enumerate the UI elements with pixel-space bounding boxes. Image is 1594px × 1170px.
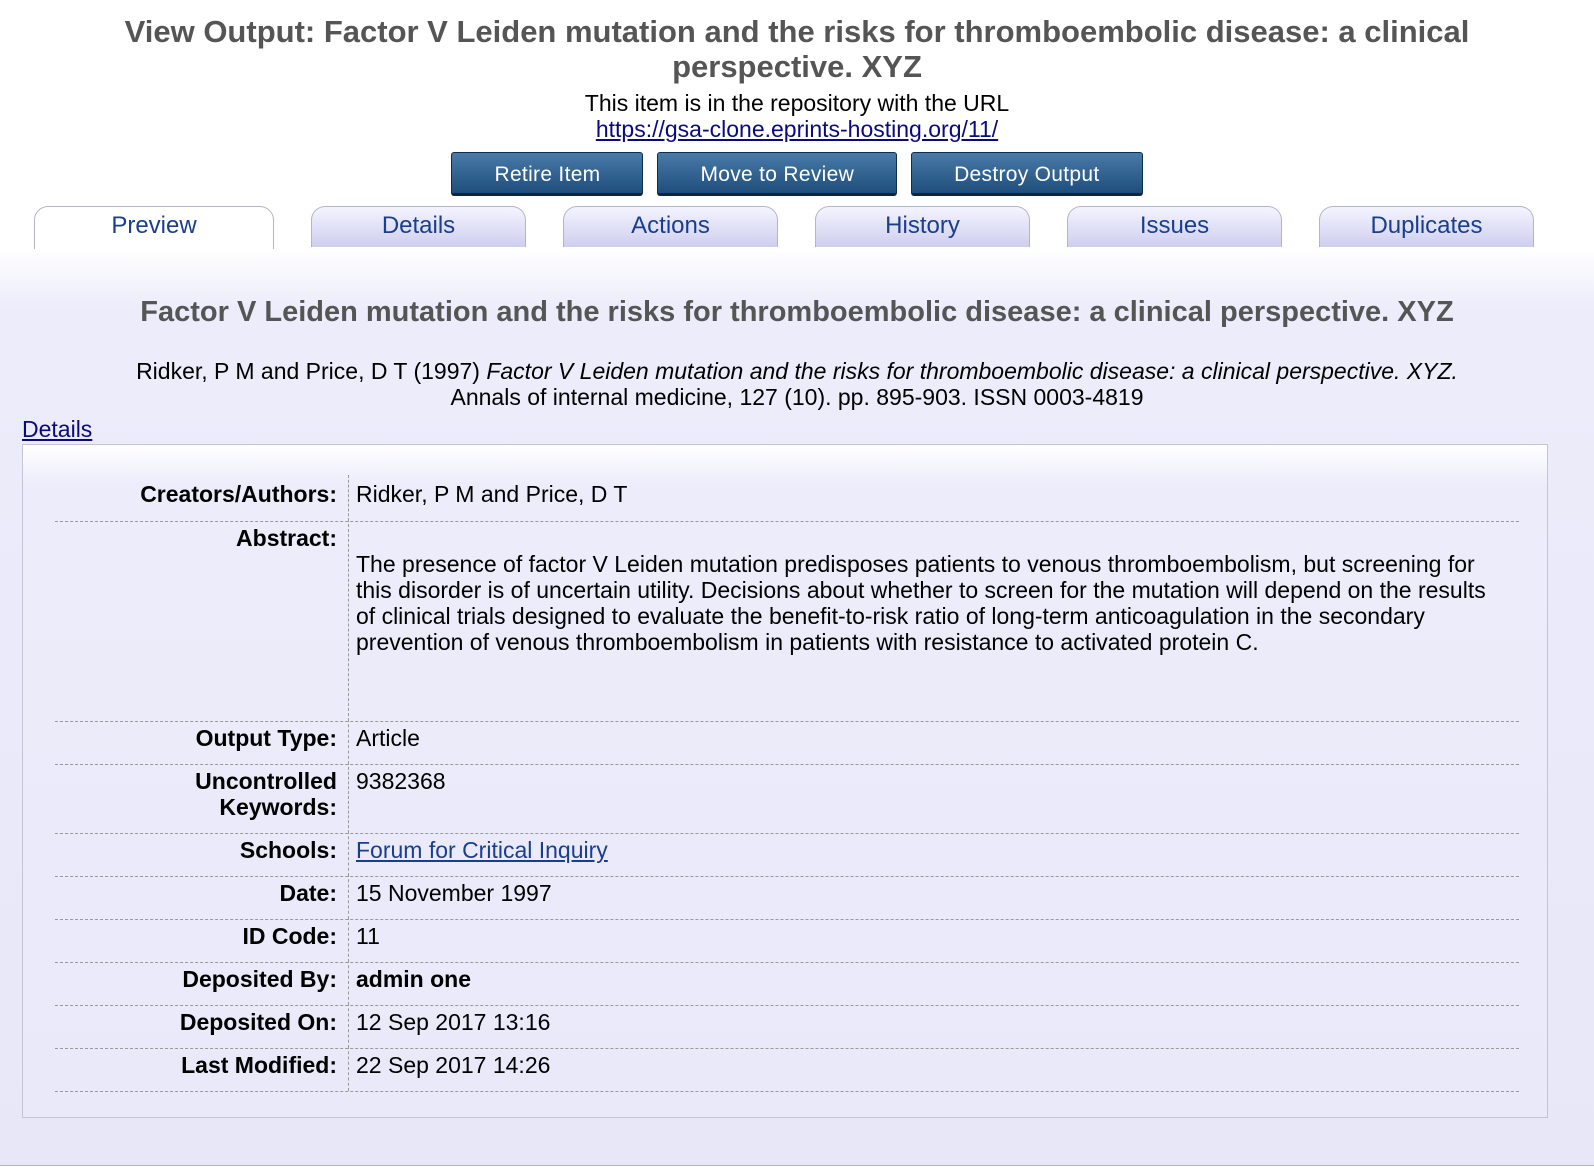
row-divider bbox=[348, 719, 349, 764]
repository-url-link[interactable]: https://gsa-clone.eprints-hosting.org/11… bbox=[596, 116, 998, 142]
deposited-on-value: 12 Sep 2017 13:16 bbox=[356, 1009, 551, 1035]
tab-history[interactable]: History bbox=[815, 206, 1030, 247]
keywords-value: 9382368 bbox=[356, 768, 446, 794]
output-type-row: Output Type: Article bbox=[55, 719, 1519, 765]
repository-note-text: This item is in the repository with the … bbox=[584, 90, 1010, 116]
tab-bar: Preview Details Actions History Issues D… bbox=[0, 206, 1594, 249]
creators-row: Creators/Authors: Ridker, P M and Price,… bbox=[55, 475, 1519, 522]
action-bar: Retire Item Move to Review Destroy Output bbox=[0, 152, 1594, 196]
output-type-value: Article bbox=[356, 725, 420, 751]
creators-value: Ridker, P M and Price, D T bbox=[356, 481, 628, 507]
destroy-output-button[interactable]: Destroy Output bbox=[911, 152, 1143, 196]
last-modified-value: 22 Sep 2017 14:26 bbox=[356, 1052, 551, 1078]
deposited-by-row: Deposited By: admin one bbox=[55, 960, 1519, 1006]
schools-row: Schools: Forum for Critical Inquiry bbox=[55, 831, 1519, 877]
last-modified-row: Last Modified: 22 Sep 2017 14:26 bbox=[55, 1046, 1519, 1092]
citation-title: Factor V Leiden mutation and the risks f… bbox=[486, 358, 1458, 384]
id-code-value: 11 bbox=[356, 923, 380, 949]
tab-details[interactable]: Details bbox=[311, 206, 526, 247]
deposited-on-row: Deposited On: 12 Sep 2017 13:16 bbox=[55, 1003, 1519, 1049]
keywords-label: Uncontrolled Keywords: bbox=[55, 768, 337, 820]
row-divider bbox=[348, 1003, 349, 1048]
citation-journal: Annals of internal medicine, 127 (10). p… bbox=[450, 384, 1144, 410]
row-divider bbox=[348, 831, 349, 876]
deposited-by-value: admin one bbox=[356, 966, 472, 992]
abstract-label: Abstract: bbox=[236, 525, 337, 551]
creators-label: Creators/Authors: bbox=[140, 481, 337, 507]
page-title: View Output: Factor V Leiden mutation an… bbox=[124, 14, 1470, 84]
date-label: Date: bbox=[279, 880, 337, 906]
row-divider bbox=[348, 874, 349, 919]
last-modified-label: Last Modified: bbox=[181, 1052, 337, 1078]
page: View Output: Factor V Leiden mutation an… bbox=[0, 0, 1594, 1170]
row-divider bbox=[348, 475, 349, 521]
retire-item-button[interactable]: Retire Item bbox=[451, 152, 644, 196]
row-divider bbox=[348, 762, 349, 833]
deposited-on-label: Deposited On: bbox=[179, 1009, 337, 1035]
details-link[interactable]: Details bbox=[22, 416, 92, 443]
details-box: Creators/Authors: Ridker, P M and Price,… bbox=[22, 444, 1548, 1118]
tab-duplicates[interactable]: Duplicates bbox=[1319, 206, 1534, 247]
row-divider bbox=[348, 519, 349, 721]
preview-panel: Factor V Leiden mutation and the risks f… bbox=[0, 248, 1594, 1166]
schools-link[interactable]: Forum for Critical Inquiry bbox=[356, 837, 608, 863]
deposited-by-label: Deposited By: bbox=[182, 966, 337, 992]
tab-issues[interactable]: Issues bbox=[1067, 206, 1282, 247]
move-to-review-button[interactable]: Move to Review bbox=[657, 152, 898, 196]
keywords-label-line1: Uncontrolled bbox=[195, 768, 337, 794]
tab-actions[interactable]: Actions bbox=[563, 206, 778, 247]
date-value: 15 November 1997 bbox=[356, 880, 552, 906]
document-title: Factor V Leiden mutation and the risks f… bbox=[140, 296, 1454, 328]
keywords-label-line2: Keywords: bbox=[219, 794, 337, 820]
id-code-row: ID Code: 11 bbox=[55, 917, 1519, 963]
citation: Ridker, P M and Price, D T (1997) Factor… bbox=[40, 358, 1554, 410]
row-divider bbox=[348, 960, 349, 1005]
abstract-row: Abstract: The presence of factor V Leide… bbox=[55, 519, 1519, 722]
schools-value: Forum for Critical Inquiry bbox=[356, 837, 1511, 863]
repository-note: This item is in the repository with the … bbox=[0, 90, 1594, 142]
row-divider bbox=[348, 917, 349, 962]
tab-preview[interactable]: Preview bbox=[34, 206, 274, 249]
output-type-label: Output Type: bbox=[195, 725, 337, 751]
row-divider bbox=[348, 1046, 349, 1091]
date-row: Date: 15 November 1997 bbox=[55, 874, 1519, 920]
citation-authors: Ridker, P M and Price, D T (1997) bbox=[136, 358, 480, 384]
keywords-row: Uncontrolled Keywords: 9382368 bbox=[55, 762, 1519, 834]
id-code-label: ID Code: bbox=[242, 923, 337, 949]
schools-label: Schools: bbox=[239, 837, 337, 863]
abstract-value: The presence of factor V Leiden mutation… bbox=[356, 551, 1486, 655]
